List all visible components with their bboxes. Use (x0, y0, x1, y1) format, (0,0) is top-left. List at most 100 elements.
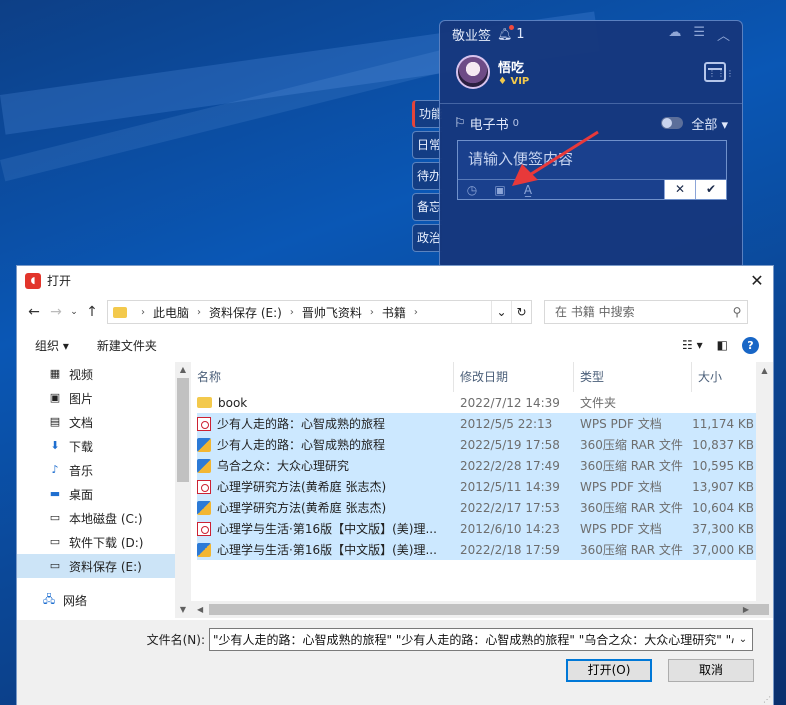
filter-label: 全部 (691, 117, 718, 133)
note-input-box: ◷ ▣ A̲ ✕ ✔ (457, 140, 727, 200)
nav-item-label: 图片 (69, 391, 94, 406)
side-tab-function[interactable]: 功能 (412, 100, 442, 128)
file-type: WPS PDF 文档 (580, 480, 662, 494)
nav-item-pictures[interactable]: ▣ 图片 (17, 386, 175, 410)
bell-icon[interactable]: 🔔︎ (497, 25, 515, 41)
clock-icon[interactable]: ◷ (458, 183, 486, 197)
search-box: ⚲ (544, 300, 748, 324)
nav-scrollbar[interactable]: ▲ ▼ (175, 362, 191, 618)
file-name: 心理学研究方法(黄希庭 张志杰) (217, 501, 387, 515)
scroll-left-icon[interactable]: ◀ (197, 601, 203, 618)
address-dropdown-icon[interactable]: ⌄ (491, 301, 511, 323)
chevron-down-icon[interactable]: ⌄ (734, 634, 752, 645)
up-icon[interactable]: ↑ (81, 304, 103, 320)
breadcrumb-item-folder[interactable]: 晋帅飞资料 (302, 304, 362, 321)
column-header-type[interactable]: 类型 (574, 362, 692, 392)
file-row[interactable]: book 2022/7/12 14:39 文件夹 (197, 392, 773, 413)
toggle-switch[interactable] (661, 117, 684, 129)
side-tab-todo[interactable]: 待办 (412, 162, 442, 190)
open-button[interactable]: 打开(O) (566, 659, 652, 682)
view-options-icon[interactable]: ☷ ▾ (682, 338, 703, 352)
organize-button[interactable]: 组织 ▾ (35, 337, 69, 354)
text-color-icon[interactable]: A̲ (514, 183, 542, 197)
file-name: book (218, 395, 248, 410)
file-type: WPS PDF 文档 (580, 417, 662, 431)
nav-item-desktop[interactable]: ▬ 桌面 (17, 482, 175, 506)
file-row[interactable]: 心理学与生活·第16版【中文版】(美)理... 2022/2/18 17:59 36… (197, 539, 764, 560)
cancel-button[interactable]: 取消 (668, 659, 754, 682)
file-row[interactable]: 心理学研究方法(黄希庭 张志杰) 2012/5/11 14:39 WPS PDF 文… (197, 476, 764, 497)
side-tab-politics[interactable]: 政治 (412, 224, 442, 252)
nav-list: ▦ 视频 ▣ 图片 ▤ 文档 ⬇ 下载 ♪ 音乐 ▬ 桌面 ▭ 本地磁盘 (C:) ▭ 软件下载… (17, 362, 175, 612)
back-icon[interactable]: ← (23, 304, 45, 320)
filename-input[interactable] (210, 632, 734, 647)
search-icon[interactable]: ⚲ (727, 305, 747, 319)
file-date: 2012/6/10 14:23 (460, 521, 560, 536)
side-tab-memo[interactable]: 备忘 (412, 193, 442, 221)
cancel-note-button[interactable]: ✕ (664, 180, 695, 199)
confirm-note-button[interactable]: ✔ (695, 180, 726, 199)
side-tab-daily[interactable]: 日常 (412, 131, 442, 159)
nav-item-drive-c[interactable]: ▭ 本地磁盘 (C:) (17, 506, 175, 530)
file-list-scrollbar[interactable]: ▲ (756, 362, 773, 618)
file-row[interactable]: 心理学与生活·第16版【中文版】(美)理... 2012/6/10 14:23 WP… (197, 518, 764, 539)
resize-grip-icon[interactable]: ⋰ (763, 695, 771, 704)
forward-icon[interactable]: → (45, 304, 67, 320)
scroll-up-icon[interactable]: ▲ (756, 366, 773, 375)
breadcrumb-item-books[interactable]: 书籍 (382, 304, 406, 321)
menu-icon[interactable]: ☰ (693, 25, 705, 44)
file-type: 360压缩 RAR 文件 (580, 459, 683, 473)
nav-item-documents[interactable]: ▤ 文档 (17, 410, 175, 434)
scroll-right-icon[interactable]: ▶ (743, 601, 749, 618)
file-size: 37,000 KB (692, 542, 754, 557)
scrollbar-thumb[interactable] (209, 604, 769, 615)
new-folder-button[interactable]: 新建文件夹 (97, 337, 157, 354)
nav-item-drive-e[interactable]: ▭ 资料保存 (E:) (17, 554, 175, 578)
scroll-down-icon[interactable]: ▼ (175, 602, 191, 618)
column-header-date[interactable]: 修改日期 (454, 362, 574, 392)
lock-icon[interactable]: ▣ (486, 183, 514, 197)
refresh-icon[interactable]: ↻ (511, 301, 531, 323)
calendar-icon[interactable] (704, 62, 735, 82)
file-name: 少有人走的路：心智成熟的旅程 (217, 438, 386, 452)
file-row[interactable]: 少有人走的路：心智成熟的旅程 2022/5/19 17:58 360压缩 RAR 文… (197, 434, 764, 455)
cloud-sync-icon[interactable]: ☁ (668, 25, 681, 44)
sticky-app-title: 敬业签 (452, 28, 492, 44)
horizontal-scrollbar[interactable]: ◀ ▶ (191, 601, 773, 618)
nav-item-label: 文档 (69, 415, 94, 430)
nav-item-network[interactable]: 🖧︎ 网络 (17, 588, 175, 612)
help-icon[interactable]: ? (742, 336, 759, 354)
file-date: 2022/2/18 17:59 (460, 542, 560, 557)
scroll-up-icon[interactable]: ▲ (175, 362, 191, 378)
file-row[interactable]: 乌合之众：大众心理研究 2022/2/28 17:49 360压缩 RAR 文件 10… (197, 455, 764, 476)
rar-file-icon (197, 458, 211, 473)
file-type: 文件夹 (580, 396, 617, 410)
file-row[interactable]: 心理学研究方法(黄希庭 张志杰) 2022/2/17 17:53 360压缩 RAR… (197, 497, 764, 518)
column-header-name[interactable]: 名称 (191, 362, 454, 392)
sticky-header: 敬业签 🔔︎ 1 ☁ ☰ ︿ (440, 21, 742, 47)
filter-dropdown[interactable]: 全部 ▾ (691, 114, 728, 133)
scrollbar-thumb[interactable] (177, 378, 189, 482)
avatar[interactable] (456, 55, 490, 89)
nav-item-videos[interactable]: ▦ 视频 (17, 362, 175, 386)
collapse-icon[interactable]: ︿ (717, 25, 730, 44)
filename-combobox: ⌄ (209, 628, 753, 651)
address-bar[interactable]: › 此电脑 › 资料保存 (E:) › 晋帅飞资料 › 书籍 › ⌄ ↻ (107, 300, 532, 324)
search-input[interactable] (555, 305, 727, 319)
file-row[interactable]: 少有人走的路：心智成熟的旅程 2012/5/5 22:13 WPS PDF 文档 11… (197, 413, 764, 434)
drive-icon: ▭ (49, 535, 61, 548)
recent-locations-icon[interactable]: ⌄ (67, 307, 81, 317)
file-type: 360压缩 RAR 文件 (580, 501, 683, 515)
notification-dot (509, 25, 515, 30)
breadcrumb-item-this-pc[interactable]: 此电脑 (153, 304, 189, 321)
breadcrumb-item-drive-e[interactable]: 资料保存 (E:) (209, 304, 282, 321)
category-label[interactable]: 电子书 (470, 114, 509, 133)
nav-item-music[interactable]: ♪ 音乐 (17, 458, 175, 482)
address-actions: ⌄ ↻ (491, 301, 531, 323)
close-icon[interactable]: ✕ (741, 271, 773, 290)
nav-item-label: 资料保存 (E:) (69, 559, 142, 574)
note-input[interactable] (458, 141, 726, 177)
preview-pane-icon[interactable]: ◧ (717, 338, 728, 352)
nav-item-downloads[interactable]: ⬇ 下载 (17, 434, 175, 458)
nav-item-drive-d[interactable]: ▭ 软件下载 (D:) (17, 530, 175, 554)
